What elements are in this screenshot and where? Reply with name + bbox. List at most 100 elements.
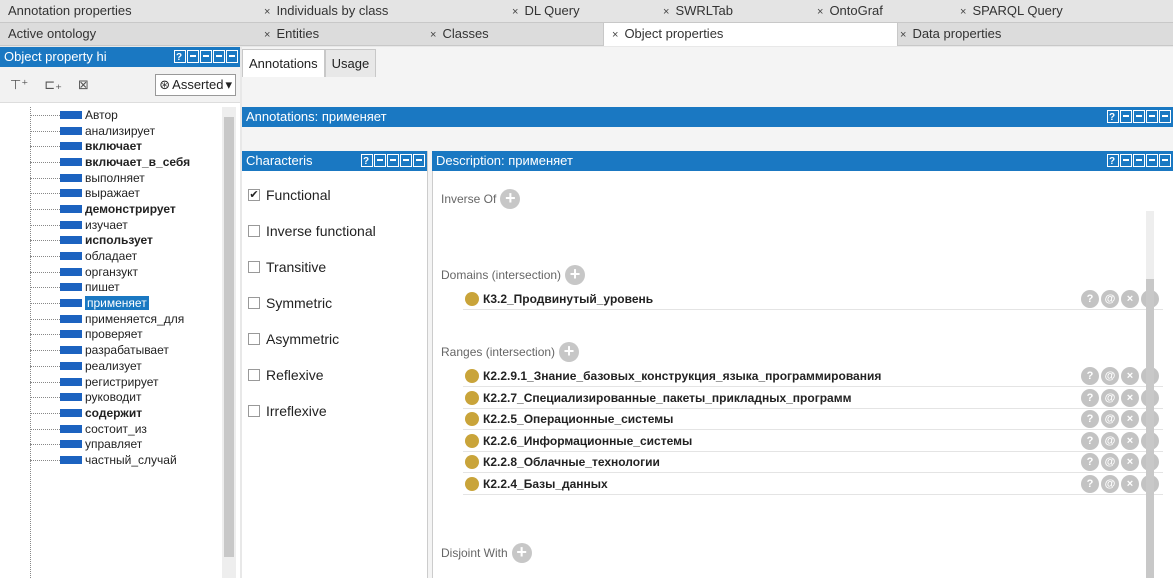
annotate-icon[interactable]: @ (1101, 453, 1119, 471)
tree-item[interactable]: демонстрирует (0, 201, 222, 217)
checkbox-box[interactable] (248, 369, 260, 381)
annotate-icon[interactable]: @ (1101, 367, 1119, 385)
tree-item[interactable]: регистрирует (0, 374, 222, 390)
tree-item[interactable]: включает (0, 138, 222, 154)
add-range-icon[interactable]: + (559, 342, 580, 362)
tab-sparql-query[interactable]: × SPARQL Query (960, 0, 1063, 22)
class-entry[interactable]: К2.2.9.1_Знание_базовых_конструкция_язык… (463, 366, 1163, 387)
characteristic-checkbox[interactable]: Reflexive (242, 357, 427, 393)
class-entry[interactable]: К2.2.5_Операционные_системы?@×o (463, 409, 1163, 430)
close-icon[interactable] (1159, 110, 1171, 123)
tab-swrltab[interactable]: × SWRLTab (663, 0, 733, 22)
close-icon[interactable]: × (264, 29, 270, 41)
help-icon[interactable] (1107, 108, 1119, 123)
tab-dl-query[interactable]: × DL Query (512, 0, 580, 22)
minimize-icon[interactable] (387, 154, 399, 167)
tab-annotations[interactable]: Annotations (242, 49, 325, 77)
tree-item[interactable]: Автор (0, 107, 222, 123)
tree-item[interactable]: анализирует (0, 123, 222, 139)
checkbox-box[interactable]: ✔ (248, 189, 260, 201)
class-entry[interactable]: К2.2.6_Информационные_системы?@×o (463, 431, 1163, 452)
close-icon[interactable]: × (960, 6, 966, 18)
split-icon[interactable] (374, 154, 386, 167)
tree-item[interactable]: содержит (0, 405, 222, 421)
checkbox-box[interactable] (248, 333, 260, 345)
close-icon[interactable]: × (612, 29, 618, 41)
close-icon[interactable] (1159, 154, 1171, 167)
tree-item[interactable]: включает_в_себя (0, 154, 222, 170)
explain-icon[interactable]: ? (1081, 431, 1099, 450)
delete-icon[interactable]: × (1121, 431, 1139, 450)
tab-data-properties[interactable]: × Data properties (900, 23, 1001, 45)
close-icon[interactable]: × (430, 29, 436, 41)
characteristic-checkbox[interactable]: Irreflexive (242, 393, 427, 429)
explain-icon[interactable]: ? (1081, 453, 1099, 471)
tab-ontograf[interactable]: × OntoGraf (817, 0, 883, 22)
checkbox-box[interactable] (248, 405, 260, 417)
close-icon[interactable]: × (264, 6, 270, 18)
maximize-icon[interactable] (1146, 154, 1158, 167)
checkbox-box[interactable] (248, 261, 260, 273)
tree-item[interactable]: использует (0, 233, 222, 249)
delete-icon[interactable]: × (1121, 410, 1139, 428)
split-icon[interactable] (1120, 110, 1132, 123)
tab-object-properties[interactable]: × Object properties (603, 23, 898, 46)
class-entry[interactable]: К2.2.4_Базы_данных?@×o (463, 474, 1163, 495)
characteristic-checkbox[interactable]: Asymmetric (242, 321, 427, 357)
help-icon[interactable] (361, 152, 373, 167)
close-icon[interactable] (413, 154, 425, 167)
tree-item[interactable]: органзукт (0, 264, 222, 280)
close-icon[interactable]: × (900, 29, 906, 41)
split-icon[interactable] (1120, 154, 1132, 167)
tab-annotation-properties[interactable]: Annotation properties (8, 0, 132, 22)
minimize-icon[interactable] (1133, 110, 1145, 123)
maximize-icon[interactable] (213, 50, 225, 63)
explain-icon[interactable]: ? (1081, 474, 1099, 493)
tree-item[interactable]: применяет (0, 295, 222, 311)
add-subproperty-icon[interactable]: ⊤⁺ (10, 77, 28, 93)
class-entry[interactable]: К2.2.8_Облачные_технологии?@×o (463, 452, 1163, 473)
characteristic-checkbox[interactable]: Symmetric (242, 285, 427, 321)
class-entry[interactable]: К3.2_Продвинутый_уровень?@×o (463, 289, 1163, 310)
tree-scrollbar[interactable] (222, 107, 236, 578)
annotate-icon[interactable]: @ (1101, 410, 1119, 428)
minimize-icon[interactable] (1133, 154, 1145, 167)
delete-icon[interactable]: × (1121, 474, 1139, 493)
explain-icon[interactable]: ? (1081, 410, 1099, 428)
characteristic-checkbox[interactable]: Inverse functional (242, 213, 427, 249)
tree-item[interactable]: реализует (0, 358, 222, 374)
tab-active-ontology[interactable]: Active ontology (8, 23, 96, 45)
tree-item[interactable]: обладает (0, 248, 222, 264)
tree-item[interactable]: разрабатывает (0, 342, 222, 358)
checkbox-box[interactable] (248, 297, 260, 309)
add-disjoint-icon[interactable]: + (511, 543, 532, 563)
help-icon[interactable] (174, 48, 186, 63)
explain-icon[interactable]: ? (1081, 290, 1099, 308)
delete-icon[interactable]: × (1121, 290, 1139, 308)
tree-item[interactable]: пишет (0, 280, 222, 296)
add-domain-icon[interactable]: + (565, 265, 586, 285)
tree-item[interactable]: проверяет (0, 327, 222, 343)
delete-icon[interactable]: × (1121, 453, 1139, 471)
tree-item[interactable]: руководит (0, 389, 222, 405)
help-icon[interactable] (1107, 152, 1119, 167)
hierarchy-mode-select[interactable]: ⊛ Asserted ▾ (155, 73, 236, 96)
maximize-icon[interactable] (1146, 110, 1158, 123)
add-inverse-icon[interactable]: + (500, 189, 521, 209)
tab-entities[interactable]: × Entities (264, 23, 319, 45)
tree-item[interactable]: применяется_для (0, 311, 222, 327)
tree-item[interactable]: изучает (0, 217, 222, 233)
tree-item[interactable]: выполняет (0, 170, 222, 186)
tree-item[interactable]: выражает (0, 185, 222, 201)
annotate-icon[interactable]: @ (1101, 290, 1119, 308)
close-icon[interactable]: × (512, 6, 518, 18)
explain-icon[interactable]: ? (1081, 367, 1099, 385)
split-icon[interactable] (187, 50, 199, 63)
class-entry[interactable]: К2.2.7_Специализированные_пакеты_приклад… (463, 388, 1163, 409)
delete-property-icon[interactable]: ⊠ (78, 77, 89, 93)
close-icon[interactable] (226, 50, 238, 63)
minimize-icon[interactable] (200, 50, 212, 63)
delete-icon[interactable]: × (1121, 388, 1139, 407)
characteristic-checkbox[interactable]: ✔ Functional (242, 177, 427, 213)
explain-icon[interactable]: ? (1081, 388, 1099, 407)
